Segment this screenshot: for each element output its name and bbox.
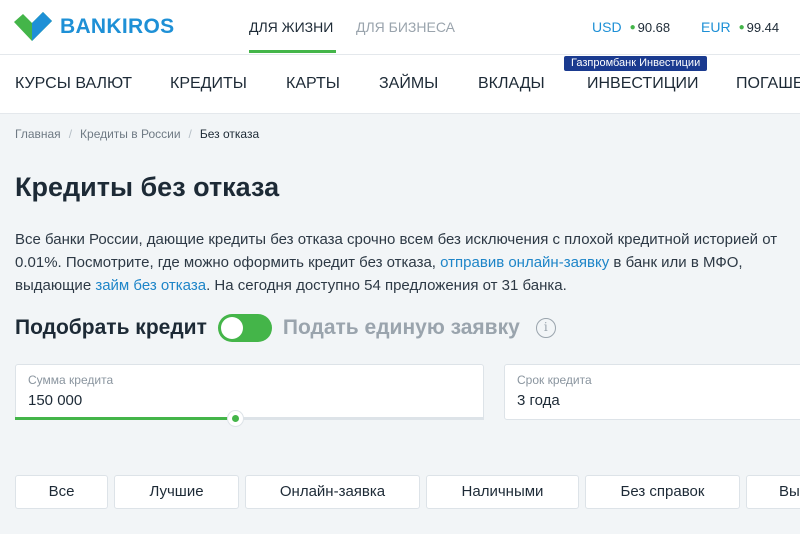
rate-code: USD [592, 19, 622, 35]
online-application-link[interactable]: отправив онлайн-заявку [440, 254, 609, 271]
breadcrumb-credits[interactable]: Кредиты в России [80, 127, 181, 141]
filter-cash[interactable]: Наличными [426, 475, 579, 509]
loan-term-value[interactable]: 3 года [517, 392, 560, 409]
segment-active-indicator [249, 50, 336, 53]
breadcrumb-separator: / [68, 127, 73, 141]
filter-best[interactable]: Лучшие [114, 475, 239, 509]
single-application-label[interactable]: Подать единую заявку [283, 316, 520, 340]
nav-item-deposits[interactable]: Вклады [478, 75, 545, 93]
desc-text: . На сегодня доступно 54 предложения от … [206, 277, 567, 294]
investments-badge: Газпромбанк Инвестиции [564, 56, 708, 71]
rate-value: 99.44 [746, 19, 780, 35]
rate-dot-icon: ● [738, 21, 745, 33]
rate-value: 90.68 [637, 19, 671, 35]
toggle-knob [220, 317, 243, 339]
picker-label: Подобрать кредит [15, 316, 207, 339]
nav-item-cards[interactable]: Карты [286, 75, 340, 93]
rate-eur[interactable]: EUR ● 99.44 [701, 19, 779, 35]
rate-code: EUR [701, 19, 731, 35]
loan-term-label: Срок кредита [517, 373, 592, 387]
nav-item-investments[interactable]: Инвестиции [587, 75, 699, 93]
filter-more[interactable]: Вы [746, 475, 800, 509]
breadcrumb-separator: / [188, 127, 192, 141]
loan-amount-field[interactable]: Сумма кредита 150 000 [15, 364, 484, 420]
breadcrumb: Главная / Кредиты в России / Без отказа [15, 127, 259, 141]
page-title: Кредиты без отказа [15, 172, 280, 202]
main-nav: Курсы валют Кредиты Карты Займы Вклады Г… [0, 54, 800, 114]
slider-fill [15, 417, 236, 420]
nav-item-repayment[interactable]: Погаше [736, 75, 800, 93]
brand-name: BANKIROS [60, 15, 175, 38]
filter-no-documents[interactable]: Без справок [585, 475, 740, 509]
nav-item-credits[interactable]: Кредиты [170, 75, 247, 93]
nav-item-currency[interactable]: Курсы валют [15, 75, 132, 93]
filter-all[interactable]: Все [15, 475, 108, 509]
logo-check-icon [14, 12, 52, 41]
rate-dot-icon: ● [629, 21, 636, 33]
info-icon[interactable]: i [535, 318, 556, 338]
loan-term-field[interactable]: Срок кредита 3 года [504, 364, 800, 420]
picker-row: Подобрать кредит Подать единую заявку i [15, 314, 556, 342]
breadcrumb-current: Без отказа [199, 127, 260, 141]
segment-life[interactable]: Для жизни [249, 19, 333, 35]
mode-toggle[interactable] [217, 314, 272, 342]
loan-amount-value[interactable]: 150 000 [28, 392, 82, 409]
slider-thumb[interactable] [227, 410, 245, 427]
loan-amount-slider[interactable] [15, 410, 484, 427]
page-description: Все банки России, дающие кредиты без отк… [15, 228, 785, 297]
logo[interactable]: BANKIROS [14, 12, 174, 42]
rate-usd[interactable]: USD ● 90.68 [592, 19, 670, 35]
main-content: Главная / Кредиты в России / Без отказа … [0, 114, 800, 534]
loan-amount-label: Сумма кредита [28, 373, 114, 387]
segment-business[interactable]: Для бизнеса [356, 19, 455, 35]
top-header: BANKIROS Для жизни Для бизнеса USD ● 90.… [0, 0, 800, 54]
loan-no-refusal-link[interactable]: займ без отказа [95, 277, 206, 294]
nav-item-loans[interactable]: Займы [379, 75, 438, 93]
filter-online[interactable]: Онлайн-заявка [245, 475, 420, 509]
breadcrumb-home[interactable]: Главная [15, 127, 61, 141]
